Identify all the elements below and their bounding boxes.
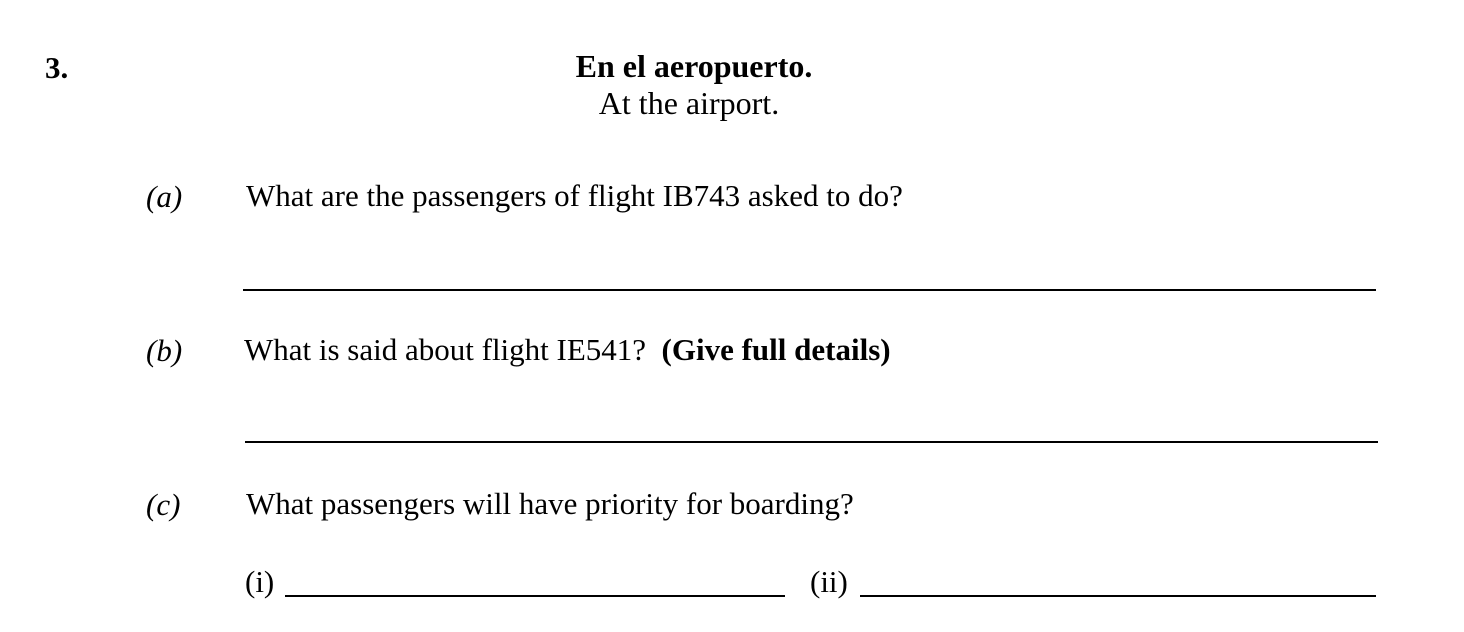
part-c-sub-i-label: (i) [245,564,275,599]
part-b-emphasis: (Give full details) [661,332,891,367]
part-b-label: (b) [146,333,183,368]
part-a-answer-line[interactable] [243,289,1376,291]
part-b-answer-line[interactable] [245,441,1378,443]
part-a-label: (a) [146,179,183,214]
part-c-label: (c) [146,487,181,522]
question-subtitle: At the airport. [598,85,780,121]
part-c-sub-ii-label: (ii) [810,564,848,599]
exam-page: 3. En el aeropuerto. At the airport. (a)… [0,0,1464,632]
part-b-question: What is said about flight IE541? (Give f… [244,334,891,365]
part-b-question-text: What is said about flight IE541? [244,332,647,367]
part-c-sub-i-answer-line[interactable] [285,595,785,597]
part-c-question: What passengers will have priority for b… [246,486,854,521]
question-title: En el aeropuerto. [575,48,813,84]
part-c-sub-ii-answer-line[interactable] [860,595,1376,597]
part-a-question: What are the passengers of flight IB743 … [246,178,903,213]
